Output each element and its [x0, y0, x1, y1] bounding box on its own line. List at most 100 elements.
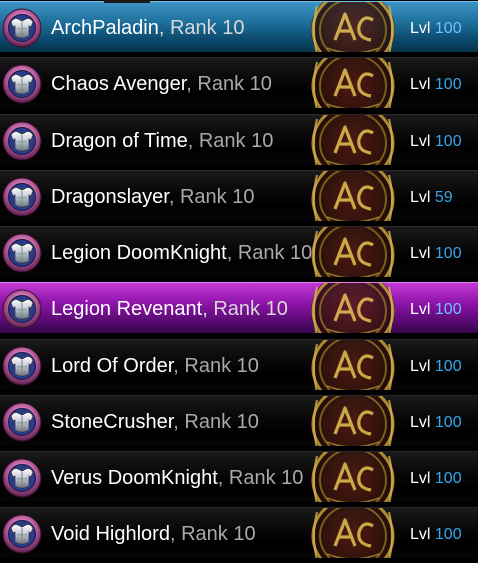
armor-badge-icon [2, 233, 42, 273]
class-row-void-highlord[interactable]: Void Highlord, Rank 10 Lvl 100 [0, 507, 478, 560]
armor-badge-icon [2, 289, 42, 329]
level-text: Lvl 100 [410, 19, 462, 39]
ac-emblem-icon [305, 2, 401, 52]
name-separator: , [169, 523, 176, 546]
level-text: Lvl 100 [410, 75, 462, 95]
class-row-dragonslayer[interactable]: Dragonslayer, Rank 10 Lvl 59 [0, 169, 478, 222]
level-value: 59 [434, 188, 453, 206]
level-text: Lvl 100 [410, 469, 462, 489]
class-name: Chaos Avenger [51, 73, 187, 96]
class-rank: Rank 10 [198, 129, 274, 152]
class-name-text: Legion Revenant, Rank 10 [51, 297, 288, 321]
level-value: 100 [434, 132, 462, 150]
armor-badge-icon [2, 64, 42, 104]
ac-emblem-icon [305, 508, 401, 559]
class-name-text: Void Highlord, Rank 10 [51, 522, 256, 546]
armor-badge-icon [2, 346, 42, 386]
class-row-chaos-avenger[interactable]: Chaos Avenger, Rank 10 Lvl 100 [0, 57, 478, 110]
class-rank: Rank 10 [181, 523, 256, 546]
class-name: StoneCrusher [51, 410, 174, 433]
level-label: Lvl [410, 470, 431, 487]
ac-emblem-icon [305, 339, 401, 390]
class-name-text: Legion DoomKnight, Rank 10 [51, 241, 312, 265]
class-rank: Rank 10 [184, 410, 259, 433]
class-rank: Rank 10 [197, 73, 272, 96]
class-row-verus-doomknight[interactable]: Verus DoomKnight, Rank 10 Lvl 100 [0, 451, 478, 503]
class-name-text: Dragonslayer, Rank 10 [51, 185, 254, 209]
level-value: 100 [434, 20, 462, 37]
level-value: 100 [434, 526, 462, 544]
ac-emblem-icon [305, 170, 401, 221]
ac-emblem-icon [305, 452, 401, 502]
ac-emblem-icon [305, 283, 401, 334]
class-name: Legion DoomKnight [51, 242, 227, 264]
name-separator: , [217, 467, 224, 489]
armor-badge-icon [2, 458, 42, 498]
class-row-legion-doomknight[interactable]: Legion DoomKnight, Rank 10 Lvl 100 [0, 226, 478, 278]
class-rank: Rank 10 [179, 185, 255, 208]
class-name-text: Chaos Avenger, Rank 10 [51, 72, 272, 96]
class-name: Dragonslayer [51, 185, 169, 208]
name-separator: , [187, 129, 194, 152]
level-text: Lvl 100 [410, 132, 462, 152]
class-row-archpaladin[interactable]: ArchPaladin, Rank 10 Lvl 100 [0, 1, 478, 53]
class-rank: Rank 10 [184, 354, 259, 377]
ac-emblem-icon [305, 395, 401, 446]
class-rank: Rank 10 [237, 242, 313, 264]
level-text: Lvl 59 [410, 188, 453, 208]
level-label: Lvl [410, 245, 431, 262]
top-tab-indicator [104, 0, 150, 3]
class-rank: Rank 10 [228, 467, 304, 489]
class-row-stonecrusher[interactable]: StoneCrusher, Rank 10 Lvl 100 [0, 394, 478, 447]
class-row-legion-revenant[interactable]: Legion Revenant, Rank 10 Lvl 100 [0, 282, 478, 335]
class-name: Lord Of Order [51, 354, 174, 377]
name-separator: , [158, 17, 165, 39]
level-text: Lvl 100 [410, 413, 462, 433]
name-separator: , [168, 185, 175, 208]
level-value: 100 [434, 245, 462, 262]
armor-badge-icon [2, 402, 42, 442]
armor-badge-icon [2, 8, 42, 48]
level-text: Lvl 100 [410, 357, 462, 377]
class-name-text: Verus DoomKnight, Rank 10 [51, 466, 303, 490]
name-separator: , [186, 73, 192, 96]
level-label: Lvl [410, 188, 431, 206]
ac-emblem-icon [305, 114, 401, 165]
name-separator: , [202, 298, 208, 321]
class-list: ArchPaladin, Rank 10 Lvl 100 Chaos Aveng… [0, 0, 478, 563]
name-separator: , [226, 242, 233, 264]
class-row-dragon-of-time[interactable]: Dragon of Time, Rank 10 Lvl 100 [0, 113, 478, 166]
level-label: Lvl [410, 357, 431, 375]
class-name: ArchPaladin [51, 17, 159, 39]
ac-emblem-icon [305, 58, 401, 109]
level-label: Lvl [410, 20, 431, 37]
ac-emblem-icon [305, 227, 401, 277]
armor-badge-icon [2, 121, 42, 161]
class-name-text: Dragon of Time, Rank 10 [51, 129, 273, 153]
armor-badge-icon [2, 514, 42, 554]
armor-badge-icon [2, 177, 42, 217]
level-label: Lvl [410, 413, 431, 431]
level-value: 100 [434, 301, 462, 319]
class-name: Verus DoomKnight [51, 467, 218, 489]
level-value: 100 [434, 470, 462, 487]
class-row-lord-of-order[interactable]: Lord Of Order, Rank 10 Lvl 100 [0, 338, 478, 391]
class-name: Legion Revenant [51, 298, 203, 321]
level-text: Lvl 100 [410, 300, 462, 320]
level-text: Lvl 100 [410, 525, 462, 545]
level-value: 100 [434, 413, 462, 431]
level-text: Lvl 100 [410, 244, 462, 264]
level-label: Lvl [410, 132, 431, 150]
class-rank: Rank 10 [169, 17, 245, 39]
class-name: Void Highlord [51, 523, 170, 546]
class-name-text: Lord Of Order, Rank 10 [51, 354, 259, 378]
level-label: Lvl [410, 76, 431, 94]
level-label: Lvl [410, 526, 431, 544]
class-name: Dragon of Time [51, 129, 188, 152]
level-value: 100 [434, 76, 462, 94]
level-label: Lvl [410, 301, 431, 319]
class-name-text: StoneCrusher, Rank 10 [51, 410, 259, 434]
class-name-text: ArchPaladin, Rank 10 [51, 16, 244, 40]
class-rank: Rank 10 [213, 298, 288, 321]
level-value: 100 [434, 357, 462, 375]
